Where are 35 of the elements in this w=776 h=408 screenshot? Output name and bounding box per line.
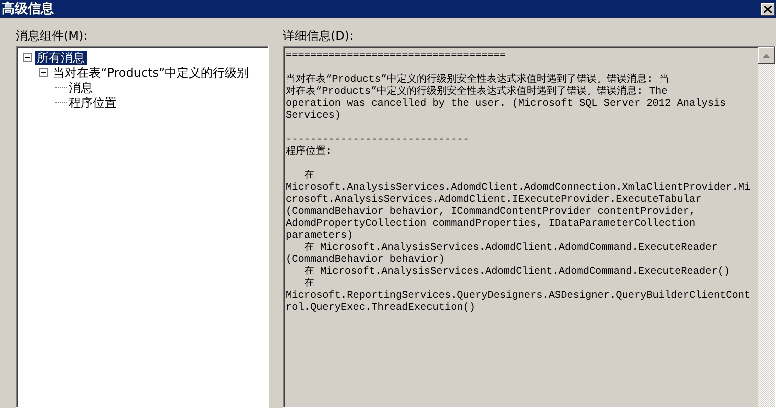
tree-label: 消息组件(M): — [16, 28, 89, 43]
scrollbar[interactable] — [758, 47, 775, 407]
up-arrow-icon — [763, 54, 770, 58]
details-line: 程序位置: — [286, 147, 334, 159]
details-line: crosoft.AnalysisServices.AdomdClient.IExecuteProvider.ExecuteTabular — [286, 195, 703, 206]
details-line: AdomdPropertyCollection commandProperties, IDataParameterCollection — [286, 219, 697, 230]
details-line: 对在表“Products”中定义的行级别安全性表达式求值时遇到了错误。错误消息: The — [286, 87, 669, 98]
details-line: operation was cancelled by the user. (Microsoft SQL Server 2012 Analysis — [286, 99, 728, 110]
details-line: 在 — [303, 279, 316, 290]
details-line: 在 Microsoft.AnalysisServices.AdomdClient.AdomdCommand.ExecuteReader() — [303, 267, 732, 278]
details-line: rol.QueryExec.ThreadExecution() — [286, 303, 477, 315]
collapse-icon[interactable] — [23, 53, 32, 62]
details-label: 详细信息(D): — [283, 28, 355, 43]
details-line: ------------------------------ — [286, 135, 470, 146]
details-line: Microsoft.ReportingServices.QueryDesigners.ASDesigner.QueryBuilderClientCont — [286, 291, 752, 302]
tree-item[interactable]: 程序位置 — [67, 96, 119, 110]
tree-item[interactable]: 消息 — [67, 80, 95, 94]
window-title: 高级信息 — [2, 0, 54, 18]
details-line: parameters) — [286, 231, 354, 242]
details-text-area[interactable] — [283, 46, 776, 408]
tree-item[interactable]: 当对在表“Products”中定义的行级别 — [51, 66, 252, 80]
details-line: ==================================== — [286, 51, 508, 63]
details-line: 在 — [303, 171, 316, 182]
details-line: Services) — [286, 111, 342, 123]
details-line: (CommandBehavior behavior, ICommandContentProvider contentProvider, — [286, 207, 697, 218]
close-button[interactable] — [761, 2, 775, 16]
details-line: (CommandBehavior behavior) — [286, 255, 446, 266]
details-line: Microsoft.AnalysisServices.AdomdClient.AdomdConnection.XmlaClientProvider.Mi — [286, 183, 752, 194]
tree-item[interactable]: 所有消息 — [35, 50, 87, 64]
close-icon — [764, 6, 772, 12]
scroll-up-button[interactable] — [758, 47, 775, 64]
message-tree[interactable]: 所有消息 当对在表“Products”中定义的行级别 消息 程序位置 — [16, 46, 269, 408]
collapse-icon[interactable] — [39, 68, 48, 77]
details-line: 当对在表“Products”中定义的行级别安全性表达式求值时遇到了错误。错误消息: 当 — [286, 75, 670, 86]
details-line: 在 Microsoft.AnalysisServices.AdomdClient.AdomdCommand.ExecuteReader — [303, 243, 719, 254]
